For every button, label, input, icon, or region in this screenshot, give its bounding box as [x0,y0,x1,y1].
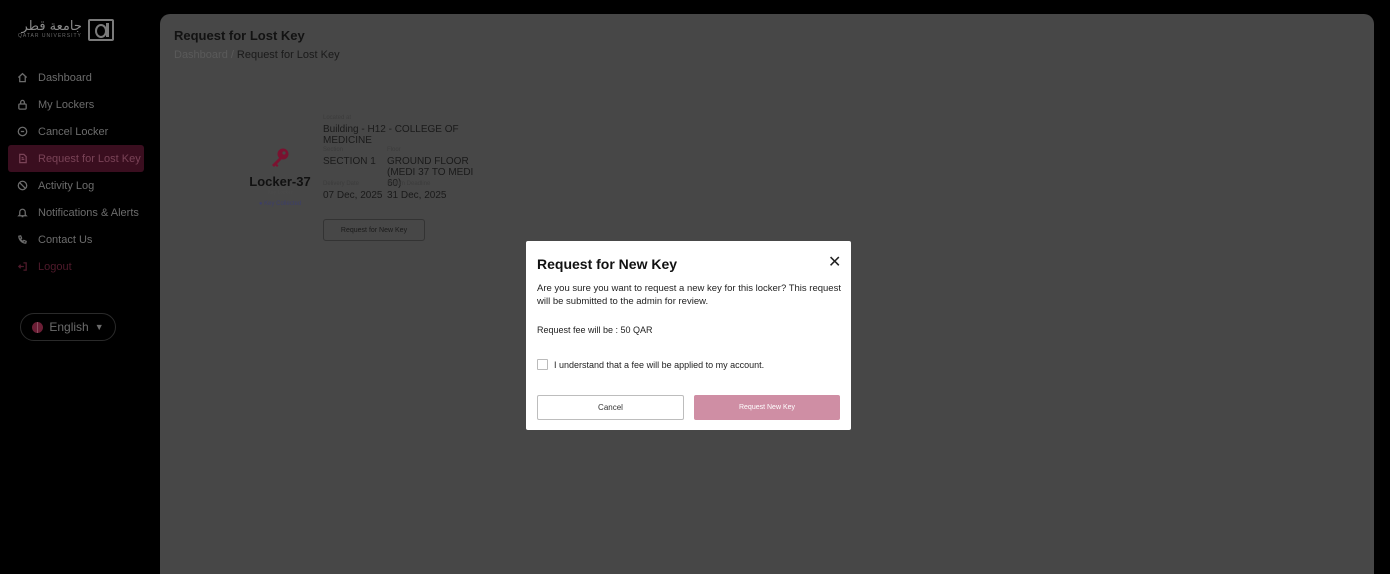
close-icon[interactable]: ✕ [828,255,841,271]
sidebar-item-label: My Lockers [38,98,95,111]
logo-mark-icon [87,19,114,41]
breadcrumb: Dashboard / Request for Lost Key [174,49,340,61]
locker-name: Locker-37 [249,174,311,189]
locker-type: Key Locker [267,190,293,196]
language-selector[interactable]: English ▼ [20,313,116,341]
home-icon [16,72,28,84]
fee-acknowledgement-checkbox[interactable] [537,359,548,370]
sidebar-item-label: Request for Lost Key [38,152,141,165]
request-new-key-modal: Request for New Key ✕ Are you sure you w… [526,241,851,430]
sidebar-item-label: Logout [38,260,72,273]
phone-icon [16,234,28,246]
sidebar-item-label: Cancel Locker [38,125,109,138]
language-label: English [49,320,89,334]
sidebar-item-cancel-locker[interactable]: Cancel Locker [8,118,144,145]
floor-label: Floor [387,147,401,153]
fee-acknowledgement: I understand that a fee will be applied … [537,359,764,370]
key-request-icon [16,153,28,165]
sidebar-item-contact-us[interactable]: Contact Us [8,226,144,253]
page-title: Request for Lost Key [174,28,305,43]
sidebar-item-my-lockers[interactable]: My Lockers [8,91,144,118]
sidebar-item-activity-log[interactable]: Activity Log [8,172,144,199]
lock-icon [16,99,28,111]
request-new-key-button[interactable]: Request for New Key [323,219,425,241]
sidebar-item-label: Notifications & Alerts [38,206,139,219]
section-value: SECTION 1 [323,156,376,167]
delivery-date-label: Delivery Date [323,181,360,187]
sidebar-item-logout[interactable]: Logout [8,253,144,280]
sidebar-item-notifications[interactable]: Notifications & Alerts [8,199,144,226]
logo-english-text: QATAR UNIVERSITY [18,33,82,39]
chevron-down-icon: ▼ [94,322,104,332]
logout-icon [16,261,28,273]
sidebar-item-dashboard[interactable]: Dashboard [8,64,144,91]
return-deadline-value: 31 Dec, 2025 [387,190,447,201]
breadcrumb-current: Request for Lost Key [236,49,340,61]
key-icon [272,148,289,167]
sidebar: جامعة قطر QATAR UNIVERSITY Dashboard My … [0,8,154,574]
sidebar-item-request-lost-key[interactable]: Request for Lost Key [8,145,144,172]
sidebar-nav: Dashboard My Lockers Cancel Locker Reque… [8,64,144,280]
breadcrumb-separator: / [230,49,234,61]
logo-text: جامعة قطر QATAR UNIVERSITY [18,20,82,40]
fee-acknowledgement-label[interactable]: I understand that a fee will be applied … [554,360,764,370]
located-label: Located at [323,115,352,121]
request-new-key-submit-button[interactable]: Request New Key [694,395,840,420]
bell-icon [16,207,28,219]
return-deadline-label: Return Deadline [387,181,431,187]
cancel-circle-icon [16,126,28,138]
cancel-button[interactable]: Cancel [537,395,684,420]
location-value: Building - H12 - COLLEGE OF MEDICINE [323,124,459,146]
request-fee-text: Request fee will be : 50 QAR [537,325,653,335]
delivery-date-value: 07 Dec, 2025 [323,190,383,201]
breadcrumb-dashboard-link[interactable]: Dashboard [174,49,228,61]
section-label: Section [323,147,344,153]
modal-title: Request for New Key [537,256,678,272]
activity-icon [16,180,28,192]
modal-message: Are you sure you want to request a new k… [537,283,841,307]
locker-card: Locker-37 Key Locker ● Key Collected Loc… [200,109,490,249]
sidebar-item-label: Dashboard [38,71,92,84]
logo-arabic-text: جامعة قطر [21,19,82,34]
qatar-university-logo[interactable]: جامعة قطر QATAR UNIVERSITY [18,18,114,42]
qatar-flag-icon [32,321,44,333]
sidebar-item-label: Activity Log [38,179,95,192]
sidebar-item-label: Contact Us [38,233,93,246]
locker-status-badge: ● Key Collected [258,201,302,207]
